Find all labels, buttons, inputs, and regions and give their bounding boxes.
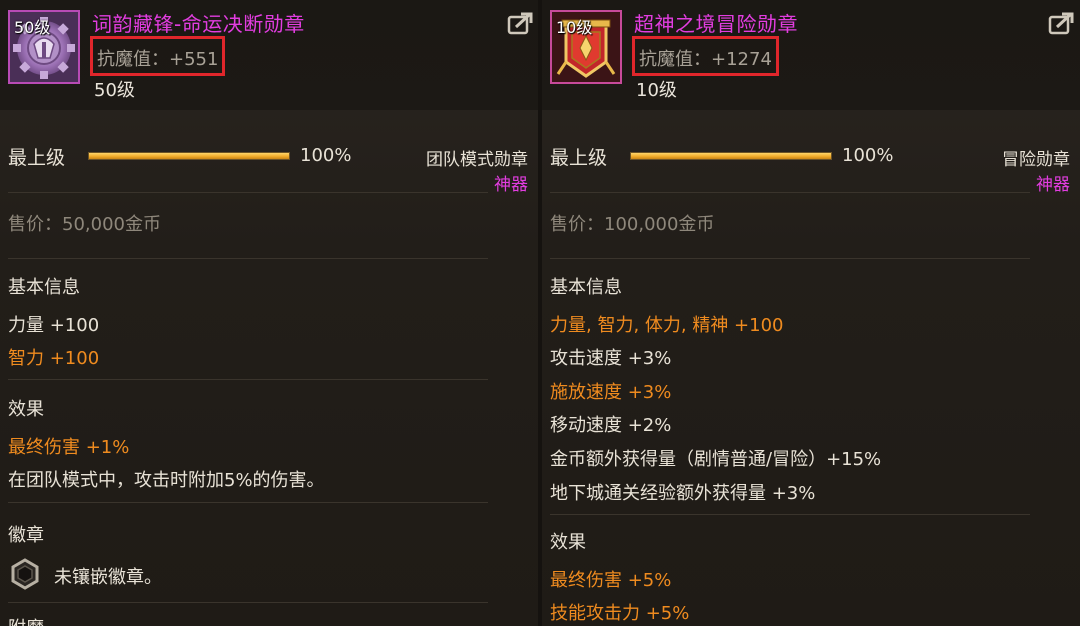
divider [8, 502, 488, 503]
item-level: 10级 [636, 80, 677, 101]
divider [8, 192, 488, 193]
gear-medal-icon[interactable]: 50级 [8, 10, 80, 84]
sell-price: 售价：100,000金币 [550, 214, 715, 235]
item-level: 50级 [94, 80, 135, 101]
quality-percent: 100% [300, 145, 352, 166]
item-name: 超神之境冒险勋章 [634, 12, 798, 36]
tooltip-header [542, 0, 1080, 110]
effect-line-highlight: 技能攻击力 +5% [550, 603, 690, 624]
emblem-status: 未镶嵌徽章。 [54, 567, 162, 588]
quality-progress-fill [631, 153, 831, 159]
effect-title: 效果 [550, 532, 586, 553]
effect-line-highlight: 最终伤害 +1% [8, 437, 130, 458]
item-level-badge: 50级 [14, 18, 51, 37]
stat-line: 力量 +100 [8, 315, 100, 336]
divider [550, 258, 1030, 259]
quality-progress-fill [89, 153, 289, 159]
quality-progress-bar [88, 152, 290, 160]
stat-line: 移动速度 +2% [550, 415, 672, 436]
stat-line-highlight: 施放速度 +3% [550, 382, 672, 403]
divider [8, 602, 488, 603]
item-category: 团队模式勋章 [426, 150, 528, 170]
divider [8, 379, 488, 380]
banner-medal-icon[interactable]: 10级 [550, 10, 622, 84]
basic-info-title: 基本信息 [550, 277, 622, 298]
item-tooltip-right: 10级 超神之境冒险勋章 抗魔值：+1274 10级 最上级 100% 冒险勋章… [542, 0, 1080, 626]
emblem-title: 徽章 [8, 525, 44, 546]
item-tooltip-left: 50级 词韵藏锋-命运决断勋章 抗魔值：+551 50级 最上级 100% 团队… [0, 0, 538, 626]
sell-price: 售价：50,000金币 [8, 214, 161, 235]
hexagon-socket-icon [11, 558, 39, 590]
stat-line: 攻击速度 +3% [550, 348, 672, 369]
magic-resist-value: 抗魔值：+551 [90, 36, 226, 76]
quality-percent: 100% [842, 145, 894, 166]
item-name: 词韵藏锋-命运决断勋章 [92, 12, 305, 36]
quality-progress-bar [630, 152, 832, 160]
magic-resist-value: 抗魔值：+1274 [632, 36, 779, 76]
divider [8, 258, 488, 259]
item-level-badge: 10级 [556, 18, 593, 37]
basic-info-title: 基本信息 [8, 277, 80, 298]
grade-label: 最上级 [8, 147, 66, 169]
stat-line: 金币额外获得量（剧情普通/冒险）+15% [550, 449, 882, 470]
grade-label: 最上级 [550, 147, 608, 169]
divider [550, 514, 1030, 515]
effect-line-highlight: 最终伤害 +5% [550, 570, 672, 591]
item-rarity: 神器 [1036, 175, 1070, 195]
stat-line: 地下城通关经验额外获得量 +3% [550, 483, 816, 504]
share-arrow-icon[interactable] [507, 12, 533, 36]
divider [550, 192, 1030, 193]
enchant-title: 附魔 [8, 614, 44, 626]
item-category: 冒险勋章 [1002, 150, 1070, 170]
effect-description: 在团队模式中，攻击时附加5%的伤害。 [8, 470, 325, 491]
stat-line-highlight: 力量, 智力, 体力, 精神 +100 [550, 315, 784, 336]
share-arrow-icon[interactable] [1048, 12, 1074, 36]
effect-title: 效果 [8, 399, 44, 420]
stat-line-highlight: 智力 +100 [8, 348, 100, 369]
item-rarity: 神器 [494, 175, 528, 195]
